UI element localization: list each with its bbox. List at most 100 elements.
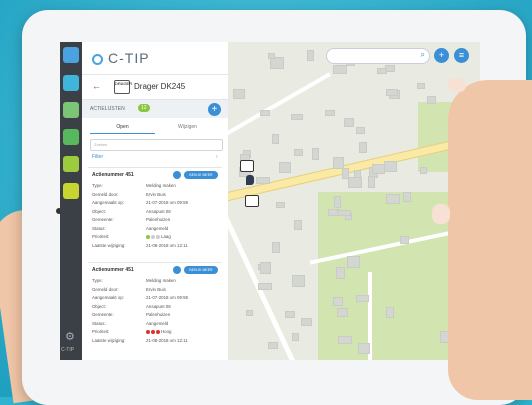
plus-icon[interactable]: + — [434, 48, 449, 63]
action-card: Actienummer 451 BEKIJK MEER Type: Melding… — [88, 167, 222, 260]
layers-icon[interactable]: ≡ — [454, 48, 469, 63]
building — [386, 194, 400, 204]
building — [384, 161, 397, 172]
building — [272, 134, 279, 144]
rail-item-2-icon[interactable] — [63, 102, 79, 118]
rail-item-3-icon[interactable] — [63, 129, 79, 145]
building — [386, 307, 394, 318]
app-screen: ⚙ C-TIP C-TIP ← DRAGER Drager DK245 ACTI… — [60, 42, 480, 360]
right-finger-nail — [448, 78, 466, 92]
field-value: Aangemeld — [146, 225, 169, 231]
building — [233, 89, 245, 99]
road — [228, 72, 331, 136]
card-field: Gemeld door: Ervin Buis — [92, 192, 166, 197]
priority-dot — [156, 234, 160, 239]
building — [258, 283, 272, 290]
panel-header: ← DRAGER Drager DK245 — [82, 74, 228, 100]
card-field: Laatste wijziging: 21-08-2018 om 12:11 — [92, 243, 188, 248]
building — [356, 295, 369, 302]
building — [417, 83, 425, 89]
brand-dot-icon — [92, 53, 103, 65]
rail-footer-brand: C-TIP — [61, 347, 75, 353]
field-label: Gemeld door: — [92, 286, 119, 292]
priority-dot — [151, 329, 155, 334]
device-badge: DRAGER — [114, 80, 132, 94]
device-marker[interactable] — [240, 160, 254, 172]
field-label: Laatste wijziging: — [92, 337, 126, 343]
action-id: Actienummer 451 — [92, 267, 134, 273]
building — [420, 167, 427, 174]
building — [337, 308, 348, 317]
card-field: Type: Melding maken — [92, 278, 176, 283]
building — [268, 342, 278, 349]
view-icon[interactable] — [173, 171, 181, 179]
arrow-left-icon[interactable]: ← — [92, 81, 101, 91]
right-hand — [448, 80, 532, 400]
field-label: Prioriteit: — [92, 329, 110, 334]
brand-text: C-TIP — [108, 50, 150, 66]
view-icon[interactable] — [173, 266, 181, 274]
card-field: Gemeld door: Ervin Buis — [92, 287, 166, 292]
app-logo-icon[interactable] — [63, 47, 79, 63]
more-button[interactable]: BEKIJK MEER — [184, 171, 218, 179]
tab-open[interactable]: Open — [90, 122, 155, 134]
field-value: Ervin Buis — [146, 191, 166, 197]
card-field: Laatste wijziging: 21-08-2018 om 12:11 — [92, 338, 188, 343]
building — [294, 149, 303, 156]
priority-dot — [146, 234, 150, 239]
location-pin-icon[interactable] — [246, 175, 254, 185]
more-button[interactable]: BEKIJK MEER — [184, 266, 218, 274]
rail-item-1-icon[interactable] — [63, 75, 79, 91]
field-value: Laag — [161, 234, 171, 239]
building — [325, 110, 335, 116]
building — [338, 336, 352, 344]
building — [400, 236, 409, 244]
building — [337, 210, 351, 216]
field-label: Aangemaakt op: — [92, 295, 124, 300]
building — [403, 192, 411, 202]
search-input[interactable]: Zoeken — [90, 139, 223, 151]
building — [386, 89, 398, 96]
gear-icon[interactable]: ⚙ — [65, 330, 77, 343]
building — [256, 177, 270, 184]
building — [292, 275, 305, 287]
map-search-input[interactable]: ⌕ — [326, 48, 430, 64]
filter-toggle[interactable]: Filter — [92, 154, 103, 160]
field-label: Object: — [92, 303, 106, 309]
building — [359, 142, 367, 153]
search-icon[interactable]: ⌕ — [421, 50, 425, 60]
building — [268, 53, 275, 59]
card-field: Object: Ansapunt 08 — [92, 209, 171, 214]
field-label: Status: — [92, 320, 106, 326]
building — [279, 162, 291, 173]
rail-item-4-icon[interactable] — [63, 156, 79, 172]
card-field: Gemeente: Palenhuizen — [92, 312, 170, 317]
device-marker[interactable] — [245, 195, 259, 207]
field-value: 21-07-2018 om 09:59 — [146, 200, 188, 205]
building — [276, 202, 285, 208]
building — [312, 148, 319, 160]
device-title: Drager DK245 — [134, 82, 186, 91]
action-id: Actienummer 451 — [92, 172, 134, 178]
priority-dot — [156, 329, 160, 334]
chevron-right-icon[interactable]: › — [216, 154, 218, 160]
rail-item-5-icon[interactable] — [63, 183, 79, 199]
tab-wijzigen[interactable]: Wijzigen — [155, 122, 220, 133]
field-value: 21-07-2018 om 09:59 — [146, 295, 188, 300]
add-action-button[interactable]: + — [208, 103, 221, 116]
actions-count-badge: 12 — [138, 104, 150, 112]
building — [260, 110, 270, 116]
building — [291, 114, 303, 120]
building — [336, 267, 345, 279]
field-label: Type: — [92, 183, 103, 188]
brand-logo: C-TIP — [92, 50, 150, 66]
map-view[interactable]: ⌕ + ≡ — [228, 42, 480, 360]
field-label: Laatste wijziging: — [92, 242, 126, 248]
actions-label: ACTIELIJSTEN — [90, 106, 125, 112]
field-value: Melding maken — [146, 183, 176, 188]
building — [334, 196, 341, 208]
field-value: Palenhuizen — [146, 312, 171, 317]
priority-dot — [146, 329, 150, 334]
field-value: Ansapunt 08 — [146, 208, 171, 214]
field-label: Gemeente: — [92, 312, 114, 317]
